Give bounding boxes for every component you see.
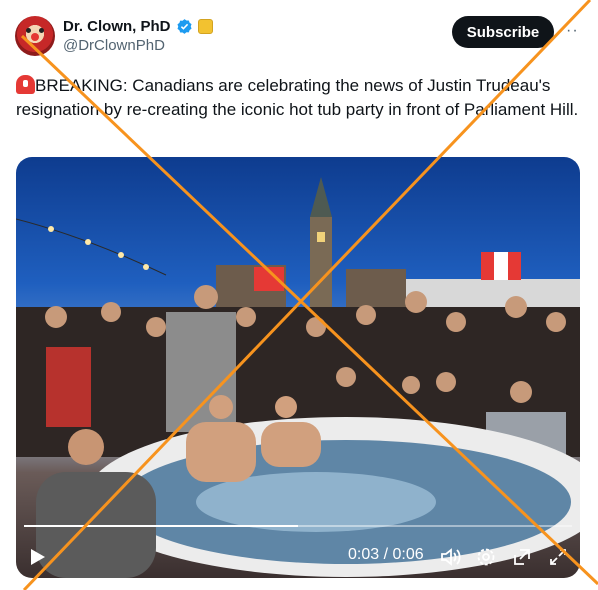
- video-player[interactable]: 0:03 / 0:06: [16, 157, 580, 578]
- video-controls: 0:03 / 0:06: [16, 535, 580, 575]
- settings-icon[interactable]: [476, 547, 496, 567]
- tweet-body: BREAKING: Canadians are celebrating the …: [16, 76, 579, 119]
- fullscreen-icon[interactable]: [548, 547, 568, 567]
- verified-icon: [176, 18, 192, 34]
- avatar-eye: [26, 28, 31, 33]
- author-name[interactable]: Dr. Clown, PhD: [63, 18, 171, 35]
- author-handle[interactable]: @DrClownPhD: [63, 37, 165, 54]
- video-progress-bar[interactable]: [24, 525, 572, 527]
- avatar-nose: [31, 33, 39, 41]
- video-frame: [16, 177, 580, 578]
- avatar-eye: [39, 28, 44, 33]
- volume-icon[interactable]: [440, 547, 462, 567]
- play-icon[interactable]: [30, 548, 46, 566]
- subscribe-button[interactable]: Subscribe: [452, 16, 554, 48]
- tweet-text: BREAKING: Canadians are celebrating the …: [16, 74, 581, 122]
- siren-icon: [16, 75, 35, 94]
- more-options-icon[interactable]: ··: [566, 22, 579, 40]
- video-progress-fill: [24, 525, 298, 527]
- popout-icon[interactable]: [512, 547, 532, 567]
- video-time: 0:03 / 0:06: [348, 546, 424, 563]
- author-name-row: Dr. Clown, PhD: [63, 16, 213, 36]
- avatar[interactable]: [15, 16, 55, 56]
- affiliate-badge-icon: [197, 18, 213, 34]
